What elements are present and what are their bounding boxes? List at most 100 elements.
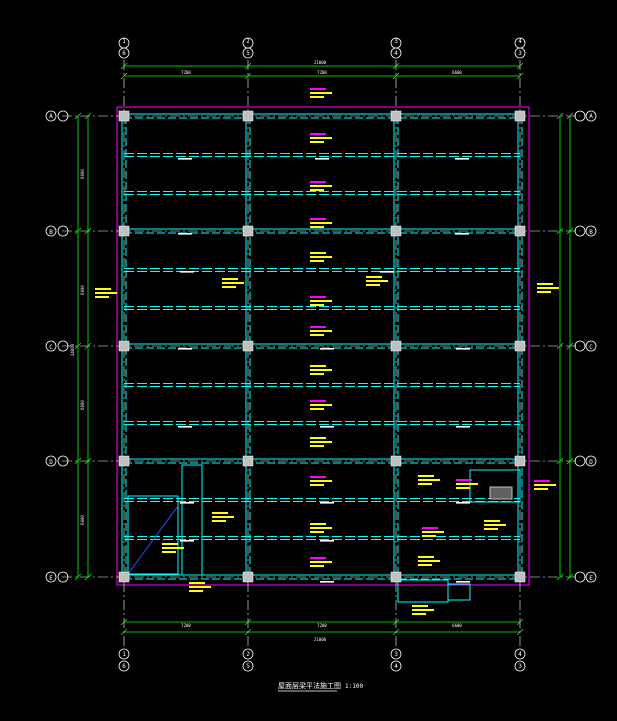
note-mark-25-l2 xyxy=(212,516,234,518)
note-mark-2-l2 xyxy=(310,185,332,187)
note-mark-2-l1 xyxy=(310,181,326,183)
column-3-5 xyxy=(390,571,402,583)
beam-label-6 xyxy=(380,271,394,273)
note-mark-10-l2 xyxy=(310,480,332,482)
elevator-pit xyxy=(397,579,449,603)
axis-label-right-E: E xyxy=(589,575,593,582)
note-mark-0-l2 xyxy=(310,92,332,94)
column-1-2 xyxy=(118,225,130,237)
beam-label-2 xyxy=(455,158,469,160)
note-mark-13-l3 xyxy=(222,286,236,288)
note-mark-7-l1 xyxy=(310,365,326,367)
note-mark-18-l2 xyxy=(456,483,478,485)
note-mark-2-l3 xyxy=(310,189,324,191)
note-mark-8-l1 xyxy=(310,400,326,402)
beam-label-5 xyxy=(180,271,194,273)
note-mark-20-l3 xyxy=(534,488,548,490)
note-mark-9-l2 xyxy=(310,441,332,443)
beam-label-3 xyxy=(178,233,192,235)
axis-label-right-D: D xyxy=(589,459,593,466)
dim-left-row-4: 6000 xyxy=(80,515,85,525)
dim-left-row-3: 6000 xyxy=(80,400,85,410)
dim-left-total: 24000 xyxy=(70,343,75,356)
note-mark-0-l1 xyxy=(310,88,326,90)
axis-label-bot-3: 3 xyxy=(394,651,398,658)
note-mark-26-l3 xyxy=(189,590,203,592)
axis-label-top-alt-4: 3 xyxy=(518,50,522,57)
note-mark-22-l3 xyxy=(418,564,432,566)
note-mark-25-l1 xyxy=(212,512,228,514)
note-mark-15-l3 xyxy=(95,296,109,298)
note-mark-24-l2 xyxy=(162,547,184,549)
dim-bottom-bay-1: 7200 xyxy=(181,623,191,628)
column-2-1 xyxy=(242,110,254,122)
note-mark-21-l3 xyxy=(484,528,498,530)
note-mark-13-l1 xyxy=(222,278,238,280)
note-mark-21-l1 xyxy=(484,520,500,522)
axis-label-left-D: D xyxy=(49,459,53,466)
note-mark-6-l3 xyxy=(310,334,324,336)
column-2-2 xyxy=(242,225,254,237)
axis-label-top-1: 1 xyxy=(122,38,126,45)
axis-label-bot-alt-1: 6 xyxy=(122,663,126,670)
beam-label-18 xyxy=(320,581,334,583)
drawing-scale: 1:100 xyxy=(345,683,363,690)
column-2-4 xyxy=(242,455,254,467)
note-mark-19-l3 xyxy=(422,535,436,537)
note-mark-14-l2 xyxy=(366,280,388,282)
note-mark-9-l3 xyxy=(310,445,324,447)
note-mark-6-l2 xyxy=(310,330,332,332)
note-mark-23-l1 xyxy=(412,605,428,607)
axis-label-bot-2: 2 xyxy=(246,651,250,658)
note-mark-8-l2 xyxy=(310,404,332,406)
title-block: 屋面层梁平法施工图 1:100 xyxy=(278,681,363,692)
column-4-4 xyxy=(514,455,526,467)
beam-annotations xyxy=(95,88,559,615)
note-mark-26-l2 xyxy=(189,586,211,588)
beam-label-1 xyxy=(315,158,329,160)
note-mark-1-l2 xyxy=(310,137,332,139)
note-mark-4-l1 xyxy=(310,252,326,254)
dim-top-bay-1: 7200 xyxy=(181,70,191,75)
axis-label-right-A: A xyxy=(589,113,593,120)
dim-top-bay-3: 6600 xyxy=(452,70,462,75)
column-4-2 xyxy=(514,225,526,237)
note-mark-19-l1 xyxy=(422,527,438,529)
note-mark-16-l3 xyxy=(537,291,551,293)
beam-label-8 xyxy=(320,348,334,350)
note-mark-24-l1 xyxy=(162,543,178,545)
column-4-1 xyxy=(514,110,526,122)
beam-label-12 xyxy=(456,426,470,428)
note-mark-11-l2 xyxy=(310,527,332,529)
note-mark-16-l1 xyxy=(537,283,553,285)
note-mark-10-l1 xyxy=(310,476,326,478)
note-mark-20-l2 xyxy=(534,484,556,486)
note-mark-11-l1 xyxy=(310,523,326,525)
stair-opening xyxy=(127,495,179,575)
axis-label-bot-alt-3: 4 xyxy=(394,663,398,670)
elevator-pit-2 xyxy=(447,583,471,601)
axis-label-left-A: A xyxy=(49,113,53,120)
beam-label-17 xyxy=(320,540,334,542)
beam-label-4 xyxy=(455,233,469,235)
axis-label-bot-alt-2: 5 xyxy=(246,663,250,670)
note-mark-7-l2 xyxy=(310,369,332,371)
axis-label-top-alt-2: 5 xyxy=(246,50,250,57)
note-mark-6-l1 xyxy=(310,326,326,328)
note-mark-4-l3 xyxy=(310,260,324,262)
note-mark-17-l1 xyxy=(418,475,434,477)
axis-label-right-B: B xyxy=(589,229,593,236)
dim-left-row-2: 6000 xyxy=(80,285,85,295)
axis-label-left-E: E xyxy=(49,575,53,582)
drawing-title: 屋面层梁平法施工图 xyxy=(278,681,341,690)
axis-label-left-C: C xyxy=(49,344,53,351)
note-mark-26-l1 xyxy=(189,582,205,584)
note-mark-5-l2 xyxy=(310,300,332,302)
note-mark-3-l2 xyxy=(310,222,332,224)
beam-label-7 xyxy=(178,348,192,350)
note-mark-1-l3 xyxy=(310,141,324,143)
note-mark-24-l3 xyxy=(162,551,176,553)
column-1-1 xyxy=(118,110,130,122)
beam-label-10 xyxy=(178,426,192,428)
note-mark-15-l1 xyxy=(95,288,111,290)
